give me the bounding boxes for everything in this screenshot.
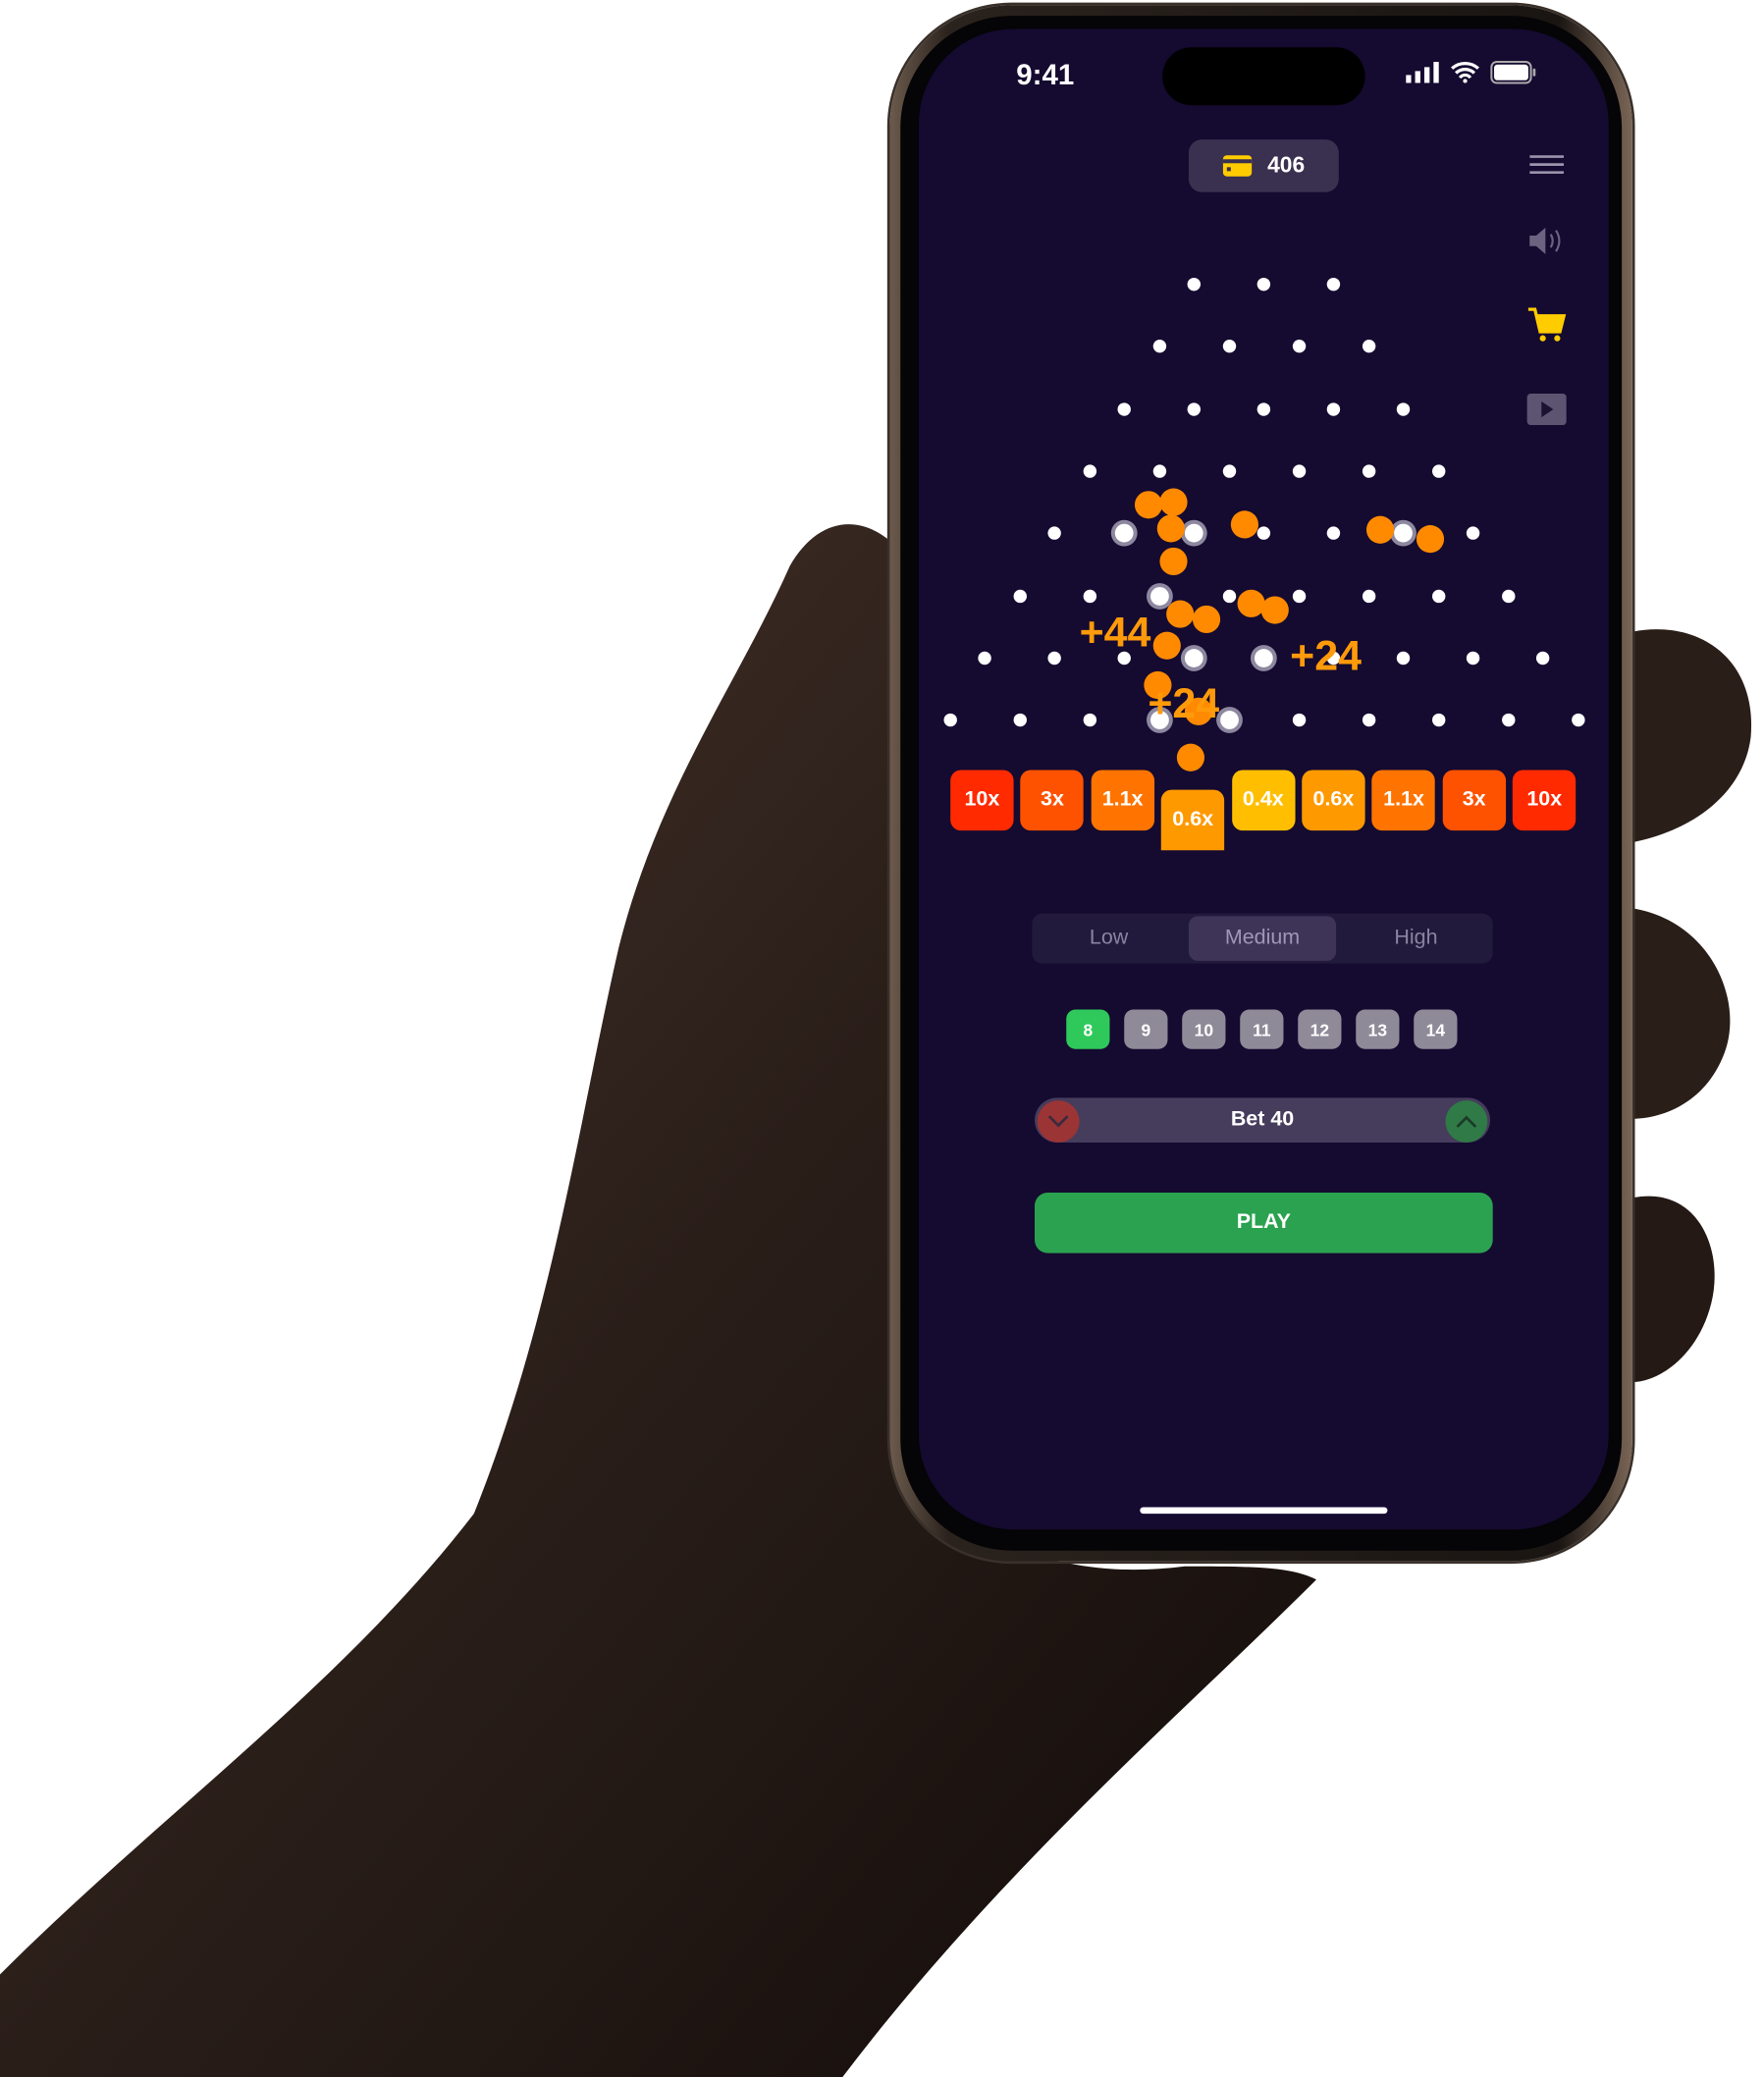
row-option-12[interactable]: 12 xyxy=(1298,1009,1342,1049)
ball xyxy=(1152,631,1181,660)
peg xyxy=(1222,340,1236,353)
peg xyxy=(1431,464,1445,478)
peg xyxy=(1082,713,1096,727)
row-option-14[interactable]: 14 xyxy=(1414,1009,1458,1049)
peg xyxy=(1466,651,1480,665)
multiplier-bucket: 1.1x xyxy=(1371,770,1436,831)
play-button[interactable]: PLAY xyxy=(1035,1192,1493,1253)
ball xyxy=(1159,488,1188,516)
peg xyxy=(1396,651,1411,665)
risk-option-low[interactable]: Low xyxy=(1035,916,1183,961)
peg xyxy=(1187,401,1201,416)
decrease-bet-button[interactable] xyxy=(1037,1100,1080,1143)
peg xyxy=(1394,523,1413,543)
peg xyxy=(1222,589,1236,603)
increase-bet-button[interactable] xyxy=(1445,1100,1488,1143)
row-count-selector: 8 9 10 11 12 13 14 xyxy=(1066,1009,1458,1049)
peg xyxy=(1362,713,1375,727)
peg xyxy=(1256,277,1271,292)
peg xyxy=(1292,713,1306,727)
row-option-8[interactable]: 8 xyxy=(1066,1009,1110,1049)
ball xyxy=(1166,600,1195,628)
risk-selector: Low Medium High xyxy=(1032,913,1493,964)
peg xyxy=(1184,523,1203,543)
peg xyxy=(1396,401,1411,416)
ball xyxy=(1260,596,1289,624)
multiplier-bucket: 0.6x xyxy=(1302,770,1365,831)
peg xyxy=(1431,589,1445,603)
multiplier-bucket: 0.6x xyxy=(1161,789,1225,851)
peg xyxy=(978,651,991,665)
peg xyxy=(1254,648,1273,667)
chevron-down-icon xyxy=(1047,1115,1069,1128)
plinko-board: +44 +24 +24 10x 3x 1.1x 0.6x 0.4x 0.6x 1.1x 3x 10x xyxy=(919,29,1609,898)
peg xyxy=(1292,340,1306,353)
multiplier-bucket: 1.1x xyxy=(1091,770,1154,831)
peg xyxy=(1256,401,1271,416)
peg xyxy=(1152,340,1166,353)
row-option-11[interactable]: 11 xyxy=(1240,1009,1284,1049)
ball xyxy=(1230,510,1258,539)
risk-option-high[interactable]: High xyxy=(1342,916,1490,961)
win-amount-label: +24 xyxy=(1148,678,1220,727)
peg xyxy=(1187,277,1201,292)
ball xyxy=(1159,547,1188,576)
risk-option-medium[interactable]: Medium xyxy=(1188,916,1337,961)
peg xyxy=(1152,464,1166,478)
multiplier-bucket: 3x xyxy=(1020,770,1085,831)
peg xyxy=(1362,340,1375,353)
row-option-10[interactable]: 10 xyxy=(1182,1009,1226,1049)
peg xyxy=(1326,401,1341,416)
multiplier-bucket: 10x xyxy=(950,770,1014,831)
ball xyxy=(1156,514,1185,543)
peg xyxy=(942,713,957,727)
peg xyxy=(1114,523,1134,543)
peg xyxy=(1117,401,1131,416)
peg xyxy=(1292,589,1306,603)
ball xyxy=(1365,515,1395,544)
multiplier-bucket: 10x xyxy=(1513,770,1577,831)
ball xyxy=(1416,525,1445,554)
ball xyxy=(1192,605,1221,634)
win-amount-label: +24 xyxy=(1290,631,1362,679)
game-screen: 9:41 406 +44 +24 +24 10x 3x 1.1x 0.6x 0.4x 0.6x 1… xyxy=(919,28,1609,1530)
peg xyxy=(1047,651,1061,665)
peg xyxy=(1219,711,1239,730)
peg xyxy=(1362,464,1375,478)
peg xyxy=(1501,589,1515,603)
peg xyxy=(1292,464,1306,478)
peg xyxy=(1431,713,1445,727)
ball xyxy=(1134,491,1163,519)
peg xyxy=(1535,651,1550,665)
row-option-13[interactable]: 13 xyxy=(1356,1009,1400,1049)
peg xyxy=(1326,277,1341,292)
peg xyxy=(1149,586,1169,606)
win-amount-label: +44 xyxy=(1079,608,1151,656)
peg xyxy=(1012,589,1027,603)
home-indicator xyxy=(1140,1507,1388,1515)
peg xyxy=(1326,526,1341,541)
peg xyxy=(1571,713,1584,727)
peg xyxy=(1184,648,1203,667)
bet-stepper: Bet 40 xyxy=(1035,1097,1491,1143)
ball xyxy=(1176,743,1205,772)
peg xyxy=(1362,589,1375,603)
peg xyxy=(1082,589,1096,603)
peg xyxy=(1222,464,1236,478)
peg xyxy=(1082,464,1096,478)
peg xyxy=(1256,526,1271,541)
bet-label: Bet 40 xyxy=(1230,1108,1295,1131)
multiplier-bucket: 0.4x xyxy=(1231,770,1295,831)
peg xyxy=(1466,526,1480,541)
chevron-up-icon xyxy=(1456,1115,1477,1128)
peg xyxy=(1047,526,1061,541)
peg xyxy=(1501,713,1515,727)
peg xyxy=(1012,713,1027,727)
row-option-9[interactable]: 9 xyxy=(1124,1009,1168,1049)
multiplier-bucket: 3x xyxy=(1442,770,1506,831)
